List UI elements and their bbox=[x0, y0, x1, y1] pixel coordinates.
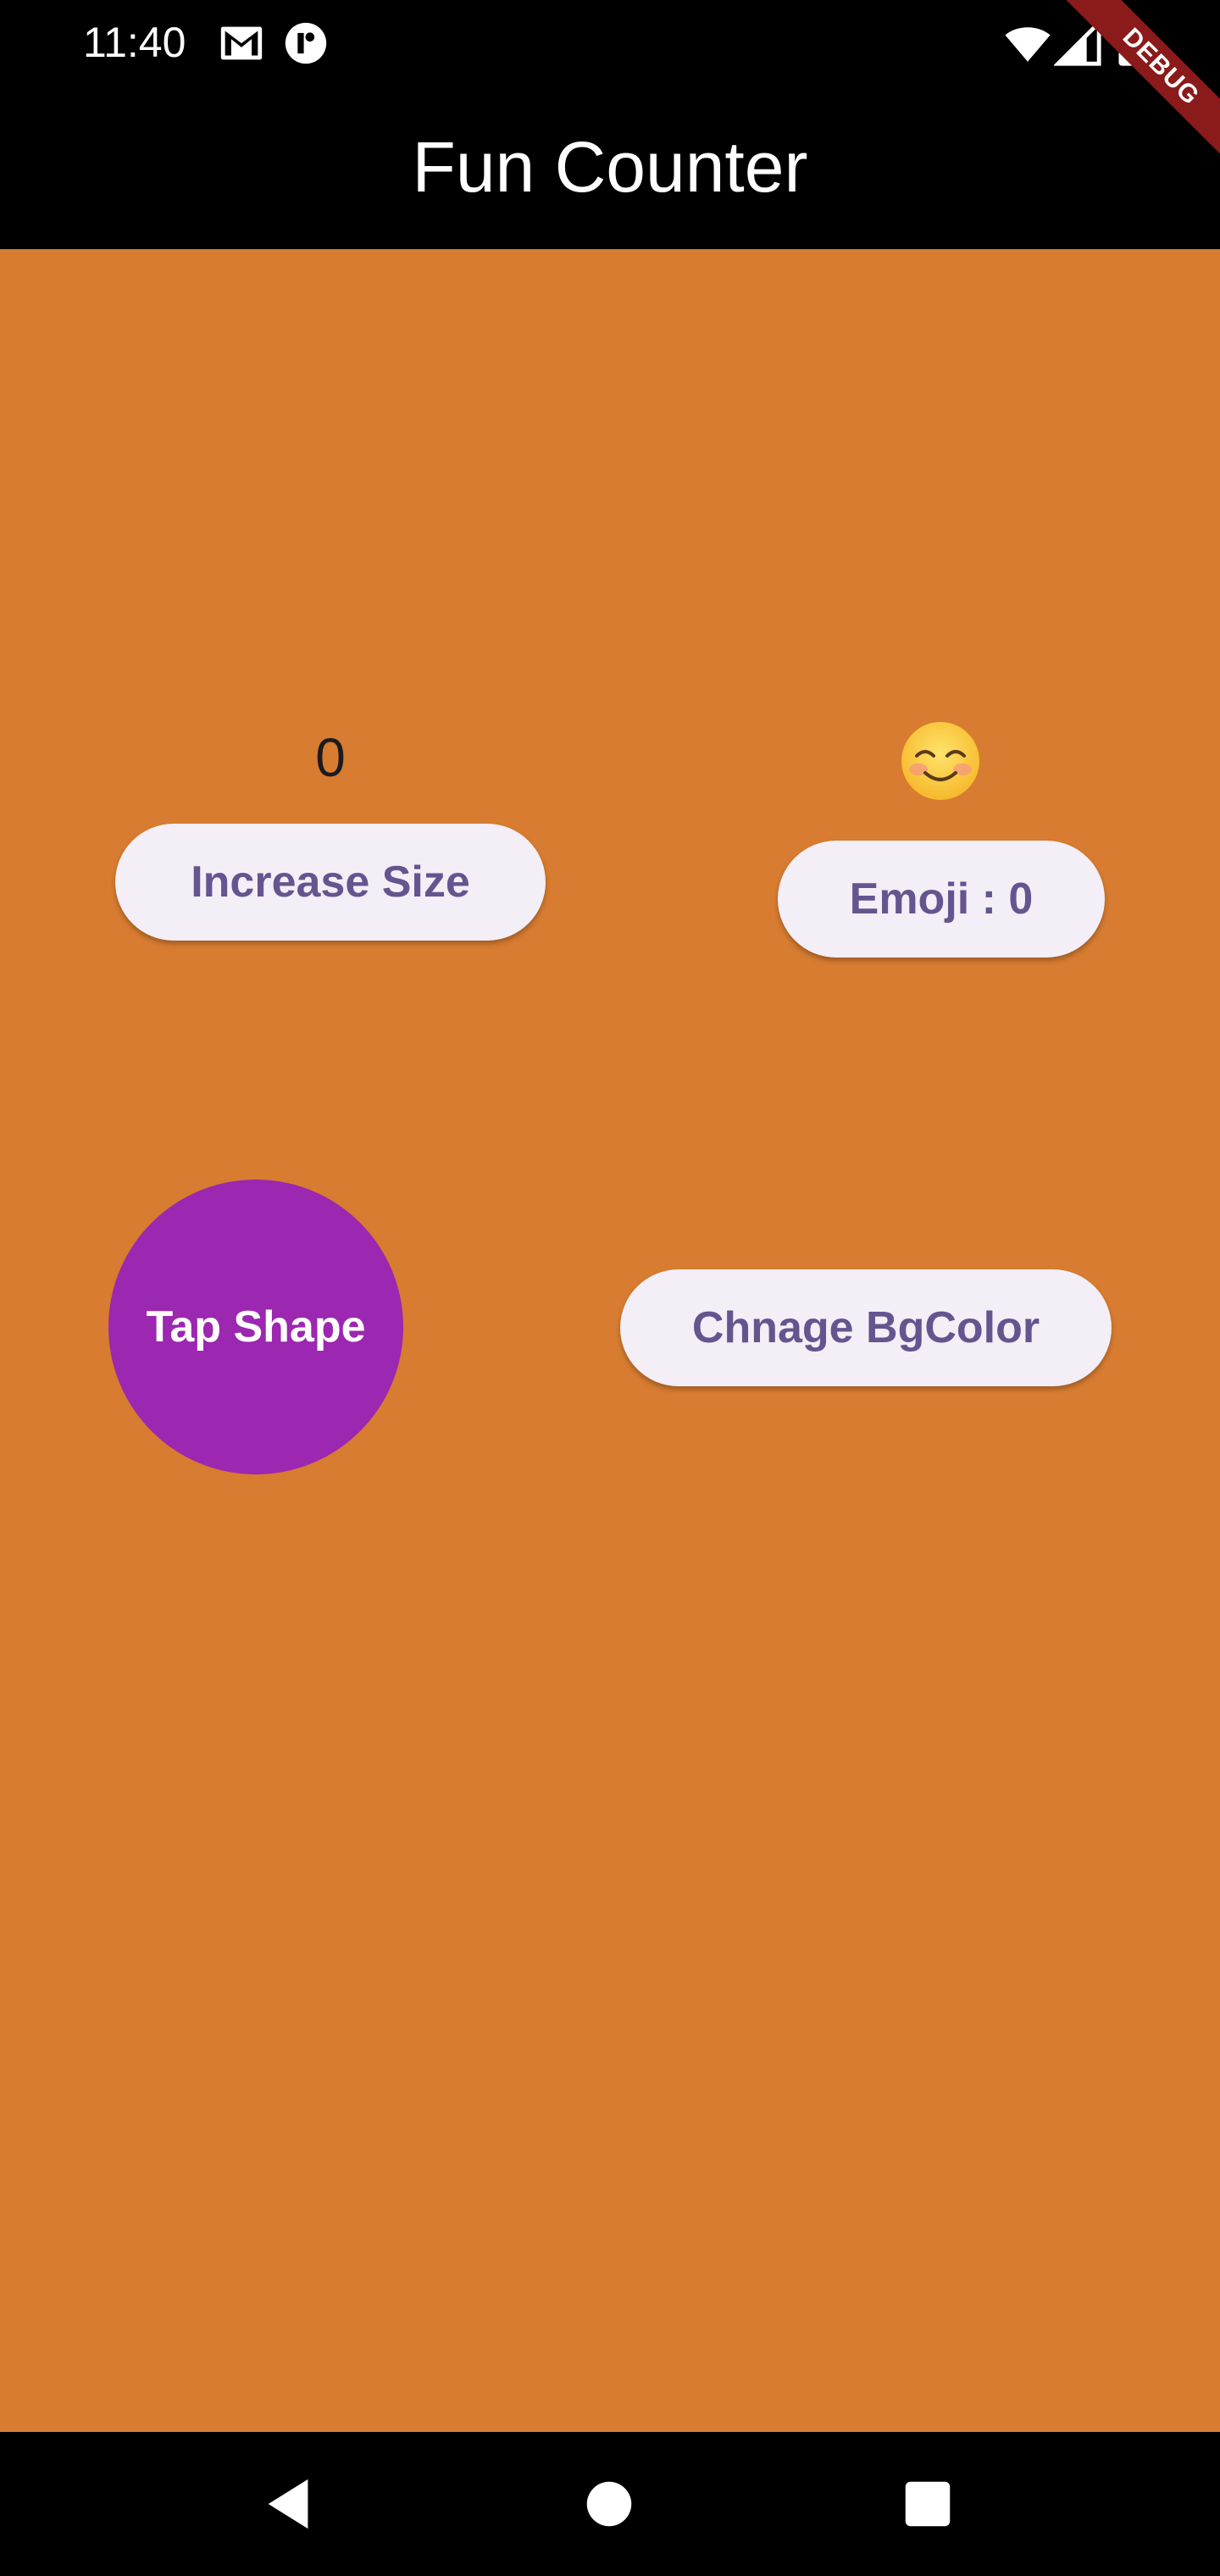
page-title: Fun Counter bbox=[412, 127, 808, 207]
app-bar: Fun Counter bbox=[0, 85, 1220, 249]
status-bar: 11:40 bbox=[0, 0, 1220, 85]
change-bgcolor-button[interactable]: Chnage BgColor bbox=[620, 1269, 1112, 1386]
wifi-icon bbox=[1003, 19, 1052, 68]
navigation-bar bbox=[0, 2432, 1220, 2576]
tap-shape-button[interactable]: Tap Shape bbox=[108, 1180, 403, 1474]
increase-size-button[interactable]: Increase Size bbox=[115, 824, 546, 941]
battery-icon bbox=[1106, 19, 1156, 68]
recents-icon[interactable] bbox=[898, 2474, 957, 2534]
app-notification-icon bbox=[281, 19, 330, 68]
gmail-icon bbox=[217, 19, 266, 68]
signal-icon bbox=[1054, 19, 1103, 68]
smiling-face-emoji-icon bbox=[898, 719, 983, 803]
emoji-button[interactable]: Emoji : 0 bbox=[778, 841, 1105, 958]
counter-value: 0 bbox=[315, 727, 346, 788]
home-icon[interactable] bbox=[580, 2474, 639, 2534]
back-icon[interactable] bbox=[261, 2474, 320, 2534]
status-time: 11:40 bbox=[83, 19, 186, 66]
